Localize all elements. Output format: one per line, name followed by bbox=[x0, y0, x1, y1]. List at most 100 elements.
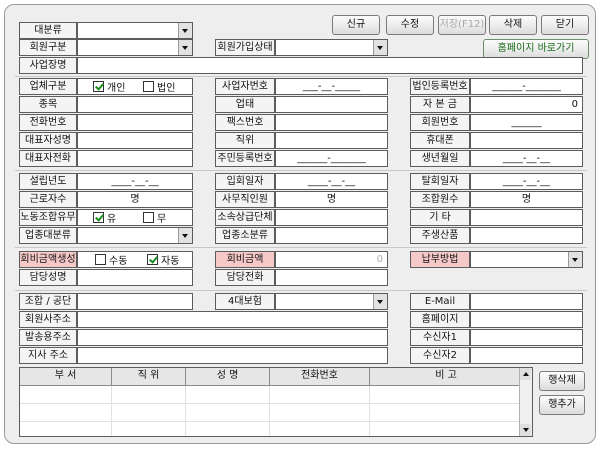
join-status-select[interactable] bbox=[275, 39, 388, 56]
new-button[interactable]: 신규 bbox=[332, 15, 380, 35]
phone-label: 전화번호 bbox=[19, 114, 77, 131]
birth-input[interactable]: ____-__-__ bbox=[470, 150, 583, 167]
address-label: 회원사주소 bbox=[19, 311, 77, 328]
checkbox-icon bbox=[143, 81, 154, 92]
email-label: E-Mail bbox=[410, 293, 470, 310]
mailing-address-input[interactable] bbox=[77, 329, 388, 346]
close-button[interactable]: 닫기 bbox=[541, 15, 589, 35]
member-type-label: 회원구분 bbox=[19, 39, 77, 56]
divider bbox=[15, 76, 587, 77]
union-org-input[interactable] bbox=[77, 293, 193, 310]
corporate-checkbox[interactable]: 법인 bbox=[143, 78, 175, 95]
insurance-label: 4대보험 bbox=[215, 293, 275, 310]
phone-input[interactable] bbox=[77, 114, 193, 131]
table-row[interactable] bbox=[20, 386, 532, 404]
fee-auto-label: 자동 bbox=[161, 256, 180, 267]
grid-scrollbar[interactable] bbox=[519, 368, 532, 436]
recipient2-input[interactable] bbox=[470, 347, 583, 364]
fee-auto-checkbox[interactable]: 자동 bbox=[147, 251, 179, 268]
member-type-select[interactable] bbox=[77, 39, 193, 56]
memberno-input[interactable]: ______ bbox=[470, 114, 583, 131]
delete-button[interactable]: 삭제 bbox=[489, 15, 537, 35]
bizno-input[interactable]: ___-__-_____ bbox=[275, 78, 388, 95]
industry-minor-input[interactable] bbox=[275, 227, 388, 244]
add-row-button[interactable]: 행추가 bbox=[539, 395, 585, 415]
union-label: 노동조합유무 bbox=[19, 209, 77, 226]
corpno-label: 법인등록번호 bbox=[410, 78, 470, 95]
payment-method-select[interactable] bbox=[470, 251, 583, 268]
join-date-input[interactable]: ____-__-__ bbox=[275, 173, 388, 190]
employees-input[interactable]: 명 bbox=[77, 191, 193, 208]
checkbox-checked-icon bbox=[93, 212, 104, 223]
contact-grid[interactable]: 부 서 직 위 성 명 전화번호 비 고 bbox=[19, 367, 533, 437]
recipient2-label: 수신자2 bbox=[410, 347, 470, 364]
scroll-up-icon[interactable] bbox=[520, 368, 531, 380]
email-input[interactable] bbox=[470, 293, 583, 310]
position-input[interactable] bbox=[275, 132, 388, 149]
fee-manual-label: 수동 bbox=[109, 256, 128, 267]
manager-phone-input[interactable] bbox=[275, 269, 388, 286]
union-members-label: 조합원수 bbox=[410, 191, 470, 208]
edit-button[interactable]: 수정 bbox=[386, 15, 434, 35]
chevron-down-icon bbox=[178, 23, 192, 38]
industry-minor-label: 업종소분류 bbox=[215, 227, 275, 244]
insurance-select[interactable] bbox=[275, 293, 388, 310]
industry-major-select[interactable] bbox=[77, 227, 193, 244]
union-org-label: 조합 / 공단 bbox=[19, 293, 77, 310]
fax-input[interactable] bbox=[275, 114, 388, 131]
fee-manual-checkbox[interactable]: 수동 bbox=[95, 251, 127, 268]
fee-amount-input[interactable]: 0 bbox=[275, 251, 388, 268]
leave-date-input[interactable]: ____-__-__ bbox=[470, 173, 583, 190]
scroll-down-icon[interactable] bbox=[520, 424, 531, 436]
homepage-input[interactable] bbox=[470, 311, 583, 328]
recipient1-input[interactable] bbox=[470, 329, 583, 346]
checkbox-icon bbox=[143, 212, 154, 223]
capital-label: 자 본 금 bbox=[410, 96, 470, 113]
item-input[interactable] bbox=[77, 96, 193, 113]
affiliation-input[interactable] bbox=[275, 209, 388, 226]
corpno-input[interactable]: ______-_______ bbox=[470, 78, 583, 95]
founded-label: 설립년도 bbox=[19, 173, 77, 190]
union-yes-checkbox[interactable]: 유 bbox=[93, 209, 116, 226]
personal-checkbox[interactable]: 개인 bbox=[93, 78, 125, 95]
ceo-input[interactable] bbox=[77, 132, 193, 149]
delete-row-button[interactable]: 행삭제 bbox=[539, 371, 585, 391]
union-members-input[interactable]: 명 bbox=[470, 191, 583, 208]
homepage-button[interactable]: 홈페이지 바로가기 bbox=[483, 39, 589, 59]
union-no-checkbox[interactable]: 무 bbox=[143, 209, 166, 226]
grid-header-cell: 전화번호 bbox=[270, 368, 370, 385]
business-name-input[interactable] bbox=[77, 57, 583, 74]
category-select[interactable] bbox=[77, 22, 193, 39]
affiliation-label: 소속상급단체 bbox=[215, 209, 275, 226]
biz-category-input[interactable] bbox=[275, 96, 388, 113]
personal-checkbox-label: 개인 bbox=[107, 83, 126, 94]
branch-address-input[interactable] bbox=[77, 347, 388, 364]
rrn-input[interactable]: ______-_______ bbox=[275, 150, 388, 167]
founded-input[interactable]: ____-__-__ bbox=[77, 173, 193, 190]
union-yes-label: 유 bbox=[107, 214, 117, 225]
grid-header-cell: 직 위 bbox=[112, 368, 186, 385]
manager-name-input[interactable] bbox=[77, 269, 193, 286]
grid-header: 부 서 직 위 성 명 전화번호 비 고 bbox=[20, 368, 532, 386]
office-staff-input[interactable]: 명 bbox=[275, 191, 388, 208]
mobile-input[interactable] bbox=[470, 132, 583, 149]
fee-amount-label: 회비금액 bbox=[215, 251, 275, 268]
corporate-checkbox-label: 법인 bbox=[157, 83, 176, 94]
chevron-down-icon bbox=[373, 294, 387, 309]
manager-phone-label: 담당전화 bbox=[215, 269, 275, 286]
grid-header-cell: 성 명 bbox=[186, 368, 270, 385]
bizno-label: 사업자번호 bbox=[215, 78, 275, 95]
save-button[interactable]: 저장(F12) bbox=[438, 15, 486, 35]
capital-input[interactable]: 0 bbox=[470, 96, 583, 113]
office-staff-label: 사무직인원 bbox=[215, 191, 275, 208]
etc-input[interactable] bbox=[470, 209, 583, 226]
recipient1-label: 수신자1 bbox=[410, 329, 470, 346]
table-row[interactable] bbox=[20, 404, 532, 422]
fax-label: 팩스번호 bbox=[215, 114, 275, 131]
join-status-label: 회원가입상태 bbox=[215, 39, 275, 56]
products-input[interactable] bbox=[470, 227, 583, 244]
address-input[interactable] bbox=[77, 311, 388, 328]
table-row[interactable] bbox=[20, 422, 532, 436]
ceo-phone-input[interactable] bbox=[77, 150, 193, 167]
homepage-label: 홈페이지 bbox=[410, 311, 470, 328]
